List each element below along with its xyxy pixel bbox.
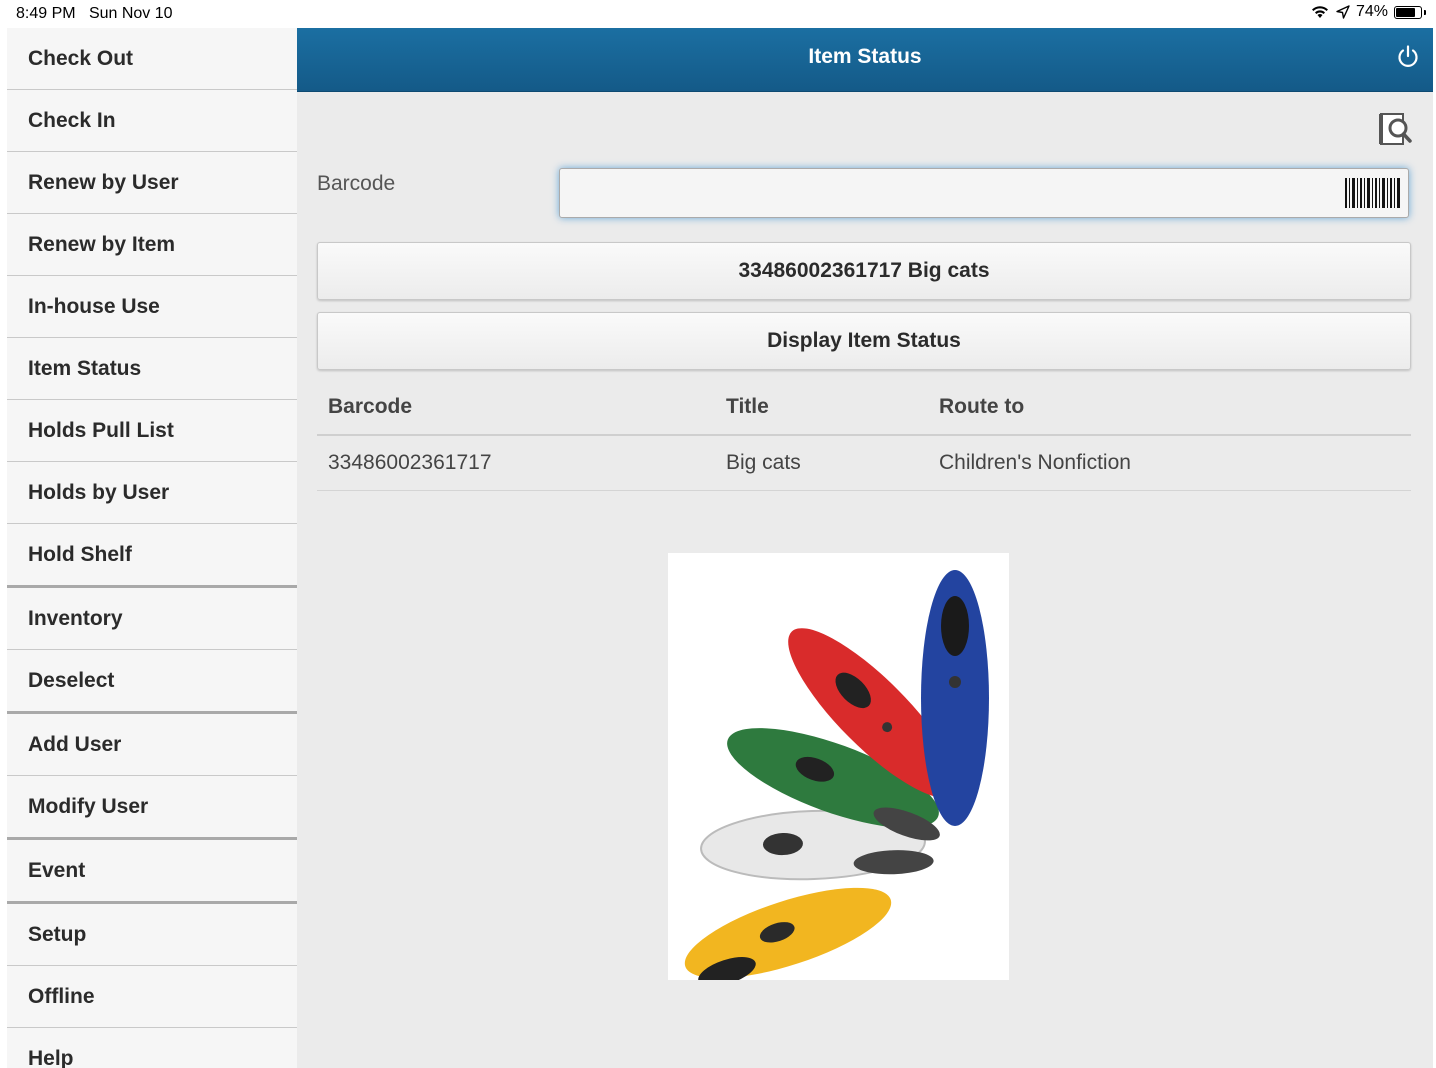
sidebar-item-modify-user[interactable]: Modify User: [7, 776, 297, 840]
barcode-scan-icon[interactable]: [1343, 176, 1403, 210]
sidebar-item-label: Help: [28, 1046, 74, 1068]
sidebar-item-label: In-house Use: [28, 294, 160, 318]
sidebar-item-check-out[interactable]: Check Out: [7, 28, 297, 90]
sidebar-item-deselect[interactable]: Deselect: [7, 650, 297, 714]
sidebar-item-label: Renew by User: [28, 170, 179, 194]
cell-route: Children's Nonfiction: [939, 451, 1131, 474]
sidebar-item-label: Deselect: [28, 668, 115, 692]
sidebar-item-label: Item Status: [28, 356, 142, 380]
main-content: Barcode 33486002361717 Big cats Display …: [297, 92, 1433, 1068]
item-status-table: Barcode Title Route to 33486002361717 Bi…: [317, 380, 1411, 491]
selected-item-button[interactable]: 33486002361717 Big cats: [317, 242, 1411, 300]
battery-icon: [1394, 5, 1426, 19]
page-title: Item Status: [808, 45, 922, 68]
sidebar-item-label: Modify User: [28, 794, 149, 818]
sidebar-item-renew-by-user[interactable]: Renew by User: [7, 152, 297, 214]
sidebar-item-inventory[interactable]: Inventory: [7, 588, 297, 650]
column-header-barcode: Barcode: [328, 395, 413, 418]
sidebar-item-renew-by-item[interactable]: Renew by Item: [7, 214, 297, 276]
cell-title: Big cats: [726, 451, 801, 474]
status-right: 74%: [1310, 3, 1426, 21]
sidebar-item-offline[interactable]: Offline: [7, 966, 297, 1028]
column-header-route: Route to: [939, 395, 1025, 418]
display-item-status-button-label: Display Item Status: [767, 329, 961, 352]
sidebar-item-item-status[interactable]: Item Status: [7, 338, 297, 400]
status-time: 8:49 PM Sun Nov 10: [16, 5, 173, 23]
barcode-scanner-image: [668, 553, 1009, 980]
column-header-title: Title: [726, 395, 769, 418]
sidebar-item-label: Add User: [28, 732, 122, 756]
selected-item-button-label: 33486002361717 Big cats: [738, 259, 990, 282]
barcode-label: Barcode: [317, 172, 396, 195]
display-item-status-button[interactable]: Display Item Status: [317, 312, 1411, 370]
sidebar-item-label: Holds by User: [28, 480, 170, 504]
sidebar-item-label: Hold Shelf: [28, 542, 132, 566]
sidebar-item-label: Inventory: [28, 606, 123, 630]
sidebar-item-setup[interactable]: Setup: [7, 904, 297, 966]
battery-percent: 74%: [1355, 3, 1388, 20]
sidebar-item-hold-shelf[interactable]: Hold Shelf: [7, 524, 297, 588]
sidebar-item-label: Holds Pull List: [28, 418, 174, 442]
table-header-row: Barcode Title Route to: [317, 380, 1411, 436]
sidebar-item-holds-pull-list[interactable]: Holds Pull List: [7, 400, 297, 462]
sidebar-item-label: Renew by Item: [28, 232, 176, 256]
power-icon[interactable]: [1395, 44, 1421, 70]
sidebar-item-label: Check Out: [28, 46, 134, 70]
table-row: 33486002361717 Big cats Children's Nonfi…: [317, 436, 1411, 491]
sidebar-item-label: Offline: [28, 984, 95, 1008]
sidebar-item-event[interactable]: Event: [7, 840, 297, 904]
status-bar: 8:49 PM Sun Nov 10 74%: [0, 0, 1436, 28]
sidebar-item-label: Setup: [28, 922, 87, 946]
sidebar-menu: Check Out Check In Renew by User Renew b…: [7, 28, 297, 1068]
item-search-icon[interactable]: [1379, 110, 1413, 148]
status-date-text: Sun Nov 10: [88, 5, 173, 22]
sidebar-item-check-in[interactable]: Check In: [7, 90, 297, 152]
barcode-input[interactable]: [559, 168, 1409, 218]
sidebar-item-label: Event: [28, 858, 86, 882]
wifi-icon: [1311, 6, 1328, 18]
sidebar-item-add-user[interactable]: Add User: [7, 714, 297, 776]
cell-barcode: 33486002361717: [328, 451, 492, 474]
page-header: Item Status: [297, 28, 1433, 92]
status-time-text: 8:49 PM: [16, 5, 76, 22]
sidebar-item-in-house-use[interactable]: In-house Use: [7, 276, 297, 338]
sidebar-item-label: Check In: [28, 108, 116, 132]
sidebar-item-help[interactable]: Help: [7, 1028, 297, 1068]
sidebar-item-holds-by-user[interactable]: Holds by User: [7, 462, 297, 524]
location-arrow-icon: [1336, 5, 1350, 19]
